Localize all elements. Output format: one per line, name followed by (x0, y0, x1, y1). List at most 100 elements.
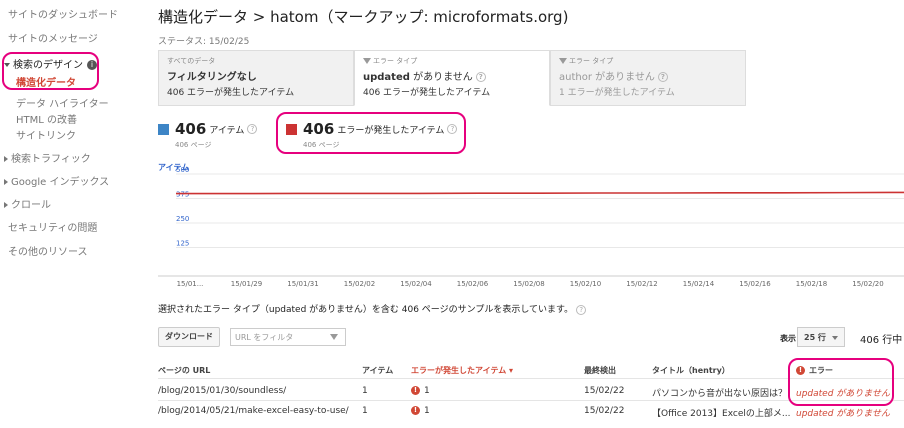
y-tick-label: 250 (176, 215, 189, 223)
sidebar-item-html-improvements[interactable]: HTML の改善 (16, 111, 77, 126)
x-tick-label: 15/02/16 (739, 280, 771, 288)
x-tick-label: 15/01/29 (231, 280, 262, 288)
sidebar-item-data-highlighter[interactable]: データ ハイライター (16, 95, 109, 110)
cell-errors-value: 1 (424, 406, 430, 416)
tab-title-rest: がありません (591, 72, 655, 83)
sidebar-item-search-traffic[interactable]: 検索トラフィック (4, 150, 91, 165)
sidebar-item-label: Google インデックス (11, 177, 110, 188)
help-icon[interactable]: ? (657, 72, 668, 82)
filter-icon (330, 334, 338, 340)
y-tick-label: 375 (176, 191, 189, 199)
x-tick-label: 15/02/04 (400, 280, 432, 288)
col-header-title[interactable]: タイトル（hentry） (652, 365, 730, 376)
tab-updated-missing[interactable]: エラー タイプ updated がありません? 406 エラーが発生したアイテム (354, 50, 550, 106)
cell-items: 1 (362, 406, 368, 416)
cell-detected: 15/02/22 (584, 406, 625, 416)
items-label: アイテム (209, 125, 245, 136)
rows-label: 表示 (780, 334, 796, 343)
error-icon: ! (411, 406, 420, 415)
x-tick-label: 15/01/31 (287, 280, 318, 288)
highlight-annotation (788, 358, 894, 406)
tab-title-rest: がありません (409, 72, 473, 83)
col-header-items[interactable]: アイテム (362, 365, 393, 376)
expand-right-icon (4, 202, 8, 208)
error-icon: ! (411, 386, 420, 395)
legend-items[interactable]: 406 アイテム? 406 ページ (158, 120, 258, 150)
tab-caption: エラー タイプ (363, 56, 541, 66)
x-tick-label: 15/02/10 (570, 280, 601, 288)
sidebar-item-crawl[interactable]: クロール (4, 196, 51, 211)
col-header-error-items[interactable]: エラーが発生したアイテム ▾ (411, 365, 513, 376)
url-filter-input[interactable]: URL をフィルタ (230, 328, 346, 346)
help-icon[interactable]: ? (247, 124, 258, 134)
items-chart: 500 375 250 125 15/01... 15/01/29 15/01/31 15/0… (158, 166, 904, 288)
tab-count: 1 エラーが発生したアイテム (559, 88, 675, 98)
cell-errors-value: 1 (424, 386, 430, 396)
cell-title: 【Office 2013】Excelの上部メ... (652, 409, 791, 419)
series-line-errors (176, 191, 904, 195)
status-text: ステータス: 15/02/25 (158, 37, 250, 47)
pagination-text: 406 行中 1 (860, 335, 904, 346)
help-icon[interactable]: ? (576, 304, 587, 315)
tab-title: フィルタリングなし (167, 72, 257, 83)
rows-value: 25 行 (804, 333, 826, 342)
cell-detected: 15/02/22 (584, 386, 625, 396)
highlight-annotation (276, 112, 466, 154)
page-title: 構造化データ > hatom（マークアップ: microformats.org) (158, 8, 569, 26)
x-tick-label: 15/02/20 (852, 280, 883, 288)
tab-title-bold: updated (363, 72, 410, 83)
tab-title: updated がありません? (363, 68, 541, 83)
sidebar-item-security-issues[interactable]: セキュリティの問題 (8, 219, 97, 234)
cell-items: 1 (362, 386, 368, 396)
sort-desc-icon: ▾ (509, 366, 514, 375)
sidebar-item-other-resources[interactable]: その他のリソース (8, 243, 88, 258)
rows-per-page-select[interactable]: 25 行 (797, 327, 845, 347)
filter-icon (363, 58, 371, 64)
chevron-down-icon (832, 336, 838, 340)
sidebar-item-label: クロール (11, 200, 51, 211)
sidebar-item-sitelinks[interactable]: サイトリンク (16, 127, 76, 142)
cell-error: updated がありません (796, 409, 891, 419)
cell-errors: ! 1 (411, 406, 430, 416)
cell-url[interactable]: /blog/2015/01/30/soundless/ (158, 386, 286, 396)
filter-placeholder: URL をフィルタ (235, 333, 294, 342)
x-tick-label: 15/02/12 (626, 280, 657, 288)
cell-title: パソコンから音が出ない原因は？ (652, 389, 788, 399)
tab-title-bold: author (559, 72, 592, 83)
tab-caption-text: エラー タイプ (373, 57, 418, 65)
sample-description: 選択されたエラー タイプ（updated がありません）を含む 406 ページの… (158, 302, 587, 315)
items-swatch (158, 123, 169, 135)
sidebar-item-dashboard[interactable]: サイトのダッシュボード (8, 6, 118, 21)
y-tick-label: 500 (176, 166, 189, 174)
tab-no-filter[interactable]: すべてのデータ フィルタリングなし 406 エラーが発生したアイテム (158, 50, 354, 106)
filter-tabs: すべてのデータ フィルタリングなし 406 エラーが発生したアイテム エラー タ… (158, 50, 904, 106)
expand-right-icon (4, 156, 8, 162)
items-pages: 406 ページ (175, 141, 212, 149)
tab-caption: すべてのデータ (167, 57, 216, 65)
tab-caption-text: エラー タイプ (569, 57, 614, 65)
y-tick-label: 125 (176, 240, 189, 248)
cell-errors: ! 1 (411, 386, 430, 396)
sidebar-item-label: 検索トラフィック (11, 154, 91, 165)
x-tick-label: 15/01... (177, 280, 204, 288)
x-tick-label: 15/02/02 (344, 280, 375, 288)
x-tick-label: 15/02/08 (513, 280, 544, 288)
col-header-label: エラーが発生したアイテム (411, 366, 507, 375)
download-button[interactable]: ダウンロード (158, 327, 220, 347)
x-tick-label: 15/02/14 (683, 280, 715, 288)
tab-title: author がありません? (559, 68, 737, 83)
help-icon[interactable]: ? (475, 72, 486, 82)
cell-url[interactable]: /blog/2014/05/21/make-excel-easy-to-use/ (158, 406, 349, 416)
x-tick-label: 15/02/06 (457, 280, 489, 288)
tab-count: 406 エラーが発生したアイテム (363, 88, 491, 98)
items-count: 406 (175, 120, 207, 138)
filter-icon (559, 58, 567, 64)
sidebar-item-messages[interactable]: サイトのメッセージ (8, 30, 98, 45)
sidebar-item-google-index[interactable]: Google インデックス (4, 173, 109, 188)
col-header-url[interactable]: ページの URL (158, 365, 210, 376)
highlight-annotation (2, 52, 99, 90)
tab-count: 406 エラーが発生したアイテム (167, 88, 295, 98)
tab-author-missing[interactable]: エラー タイプ author がありません? 1 エラーが発生したアイテム (550, 50, 746, 106)
expand-right-icon (4, 179, 8, 185)
col-header-detected[interactable]: 最終検出 (584, 365, 616, 376)
